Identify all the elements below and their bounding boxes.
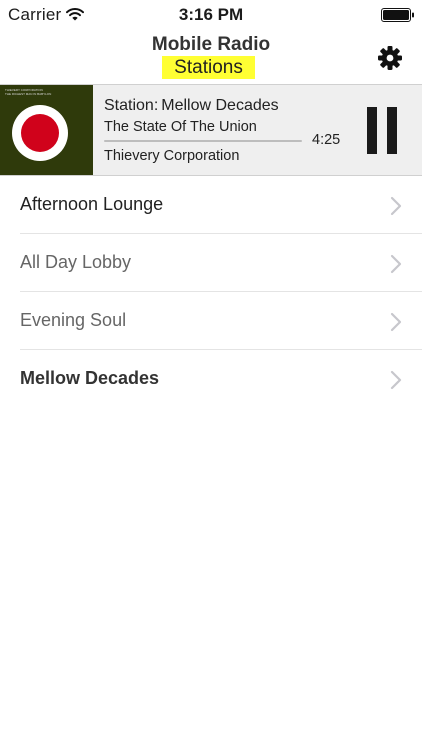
track-artist: Thievery Corporation [104,148,240,164]
now-playing-station: Station: Mellow Decades [104,97,279,115]
now-playing-panel[interactable]: Thievery Corporation The Richest Man In … [0,84,422,176]
station-list: Afternoon Lounge All Day Lobby Evening S… [0,176,422,408]
station-row[interactable]: Afternoon Lounge [0,176,422,234]
track-title: The State Of The Union [104,119,257,135]
station-row[interactable]: Evening Soul [0,292,422,350]
target-roundel-image [12,105,68,161]
station-row[interactable]: All Day Lobby [0,234,422,292]
pause-button[interactable] [362,107,402,155]
station-row-name: All Day Lobby [20,252,132,272]
station-row-name: Mellow Decades [20,368,160,388]
battery-full-icon [381,8,414,22]
chevron-right-icon [390,312,402,332]
track-progress-bar[interactable] [104,140,302,142]
album-art: Thievery Corporation The Richest Man In … [0,85,93,175]
station-row-name: Afternoon Lounge [20,194,164,214]
chevron-right-icon [390,196,402,216]
track-time-remaining: 4:25 [312,132,341,148]
pause-icon-right-bar [387,107,397,154]
station-label: Station: [104,97,159,114]
navigation-bar: Mobile Radio Stations [0,30,422,84]
pause-icon-left-bar [367,107,377,154]
chevron-right-icon [390,254,402,274]
station-row-name: Evening Soul [20,310,127,330]
station-row[interactable]: Mellow Decades [0,350,422,408]
nav-subtitle-stations: Stations [162,56,255,79]
status-bar: Carrier 3:16 PM [0,0,422,30]
gear-icon [378,46,402,70]
chevron-right-icon [390,370,402,390]
status-time: 3:16 PM [178,5,244,24]
station-name: Mellow Decades [161,97,279,114]
settings-button[interactable] [376,44,404,72]
nav-title: Mobile Radio [151,34,271,55]
